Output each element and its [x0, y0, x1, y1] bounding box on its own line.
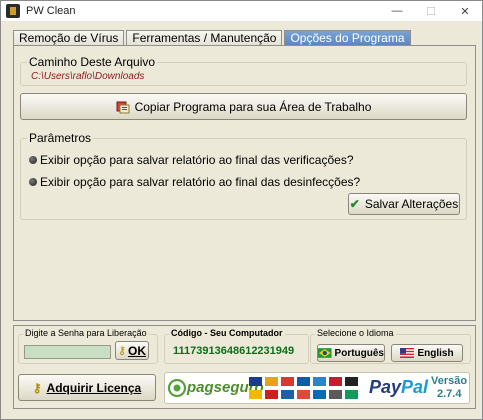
language-groupbox: Selecione o Idioma Português English	[310, 328, 471, 364]
checkmark-icon: ✔	[349, 197, 360, 211]
english-button[interactable]: English	[391, 344, 463, 362]
mastercard-icon	[265, 377, 278, 386]
payment-methods-banner[interactable]: pagseguro PayPal Versão 2.7.4	[164, 372, 470, 404]
computer-code-title: Código - Seu Computador	[169, 328, 285, 338]
title-bar: PW Clean — ☐ ✕	[1, 1, 482, 21]
computer-code-groupbox: Código - Seu Computador 1117391364861223…	[164, 328, 309, 364]
bank-icon	[329, 377, 342, 386]
maximize-button[interactable]: ☐	[414, 1, 448, 21]
paypal-logo: PayPal	[369, 377, 429, 397]
elo-icon	[345, 377, 358, 386]
bradesco-icon	[265, 390, 278, 399]
copy-desktop-icon	[116, 101, 130, 113]
options-panel: Caminho Deste Arquivo C:\Users\raflo\Dow…	[13, 45, 476, 321]
save-changes-button[interactable]: ✔ Salvar Alterações	[348, 193, 460, 215]
bb-icon	[249, 390, 262, 399]
version-label: Versão	[431, 375, 468, 387]
option-report-scan-label: Exibir opção para salvar relatório ao fi…	[40, 153, 354, 167]
option-report-disinfection[interactable]: Exibir opção para salvar relatório ao fi…	[29, 175, 360, 189]
ok-label: OK	[128, 343, 147, 358]
buy-license-button[interactable]: ⚷ Adquirir Licença	[18, 374, 156, 401]
tab-strip: Remoção de Vírus Ferramentas / Manutençã…	[13, 30, 413, 46]
license-panel: Digite a Senha para Liberação ⚷ OK Códig…	[13, 325, 476, 409]
path-section-title: Caminho Deste Arquivo	[27, 55, 158, 69]
radio-icon	[29, 178, 37, 186]
version-number: 2.7.4	[437, 388, 462, 400]
diners-icon	[297, 377, 310, 386]
close-button[interactable]: ✕	[448, 1, 482, 21]
save-changes-label: Salvar Alterações	[364, 197, 459, 211]
window-title: PW Clean	[26, 5, 76, 17]
password-input[interactable]	[24, 345, 111, 359]
hipercard-icon	[281, 377, 294, 386]
option-report-scan[interactable]: Exibir opção para salvar relatório ao fi…	[29, 153, 354, 167]
visa-icon	[249, 377, 262, 386]
password-groupbox: Digite a Senha para Liberação ⚷ OK	[18, 328, 158, 364]
app-window: PW Clean — ☐ ✕ Remoção de Vírus Ferramen…	[0, 0, 483, 420]
us-flag-icon	[400, 348, 415, 358]
itau-icon	[281, 390, 294, 399]
copy-to-desktop-button[interactable]: Copiar Programa para sua Área de Trabalh…	[20, 93, 467, 120]
minimize-button[interactable]: —	[380, 1, 414, 21]
hsbc-icon	[345, 390, 358, 399]
boleto-icon	[329, 390, 342, 399]
option-report-disinfection-label: Exibir opção para salvar relatório ao fi…	[40, 175, 361, 189]
tab-opcoes-programa[interactable]: Opções do Programa	[284, 30, 411, 46]
key-icon: ⚷	[117, 345, 127, 357]
tab-remocao-virus[interactable]: Remoção de Vírus	[13, 30, 125, 46]
parameters-groupbox: Parâmetros Exibir opção para salvar rela…	[20, 131, 467, 220]
santander-icon	[297, 390, 310, 399]
copy-button-label: Copiar Programa para sua Área de Trabalh…	[134, 99, 372, 114]
buy-license-label: Adquirir Licença	[46, 380, 142, 395]
card-brands	[249, 377, 367, 401]
english-label: English	[417, 347, 454, 359]
app-logo-icon	[6, 4, 20, 18]
portuguese-button[interactable]: Português	[317, 344, 385, 362]
radio-icon	[29, 156, 37, 164]
path-groupbox: Caminho Deste Arquivo C:\Users\raflo\Dow…	[20, 55, 467, 86]
path-value: C:\Users\raflo\Downloads	[31, 71, 145, 82]
tab-ferramentas-manutencao[interactable]: Ferramentas / Manutenção	[126, 30, 283, 46]
key-icon: ⚷	[32, 380, 42, 395]
computer-code-value: 11173913648612231949	[173, 345, 295, 357]
portuguese-label: Português	[334, 347, 384, 359]
parameters-title: Parâmetros	[27, 131, 94, 145]
caixa-icon	[313, 390, 326, 399]
language-title: Selecione o Idioma	[315, 328, 396, 338]
pagseguro-logo-icon	[168, 379, 186, 397]
password-title: Digite a Senha para Liberação	[23, 328, 149, 338]
ok-button[interactable]: ⚷ OK	[115, 341, 149, 360]
brazil-flag-icon	[318, 348, 332, 358]
amex-icon	[313, 377, 326, 386]
